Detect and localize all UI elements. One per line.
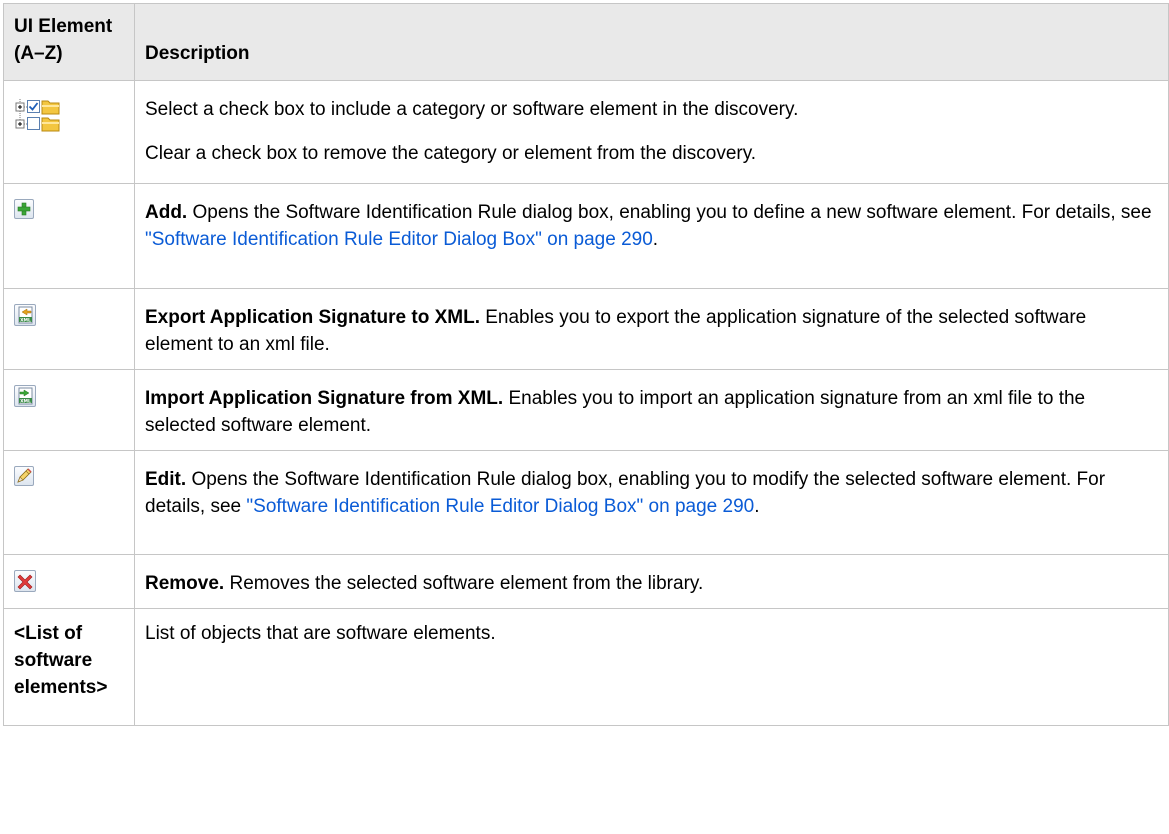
table-row: Select a check box to include a category… bbox=[3, 80, 1169, 184]
description-text: List of objects that are software elemen… bbox=[145, 623, 496, 644]
term-label: Import Application Signature from XML. bbox=[145, 388, 504, 409]
element-name: <List of software elements> bbox=[14, 623, 108, 698]
element-cell bbox=[3, 450, 135, 555]
term-label: Add. bbox=[145, 202, 188, 223]
description-text: Removes the selected software element fr… bbox=[224, 573, 704, 594]
cross-reference-link[interactable]: "Software Identification Rule Editor Dia… bbox=[145, 229, 653, 250]
description-text: Opens the Software Identification Rule d… bbox=[187, 202, 1152, 223]
edit-pencil-icon bbox=[14, 466, 34, 486]
element-cell bbox=[3, 80, 135, 184]
description-cell: Edit. Opens the Software Identification … bbox=[134, 450, 1169, 555]
tree-checkbox-folder-icon bbox=[14, 97, 60, 137]
remove-icon bbox=[14, 570, 36, 592]
punctuation: . bbox=[754, 496, 760, 517]
table-row: XML Export Application Signature to XML.… bbox=[3, 288, 1169, 370]
svg-text:XML: XML bbox=[20, 317, 31, 323]
table-row: XML Import Application Signature from XM… bbox=[3, 369, 1169, 451]
description-cell: Import Application Signature from XML. E… bbox=[134, 369, 1169, 451]
import-xml-icon: XML bbox=[14, 385, 36, 407]
term-label: Edit. bbox=[145, 469, 187, 490]
element-cell: XML bbox=[3, 288, 135, 370]
header-ui-element: UI Element (A–Z) bbox=[3, 3, 135, 81]
description-cell: Select a check box to include a category… bbox=[134, 80, 1169, 184]
export-xml-icon: XML bbox=[14, 304, 36, 326]
header-description: Description bbox=[134, 3, 1169, 81]
description-cell: Add. Opens the Software Identification R… bbox=[134, 183, 1169, 289]
description-cell: Export Application Signature to XML. Ena… bbox=[134, 288, 1169, 370]
description-cell: List of objects that are software elemen… bbox=[134, 608, 1169, 726]
element-cell: XML bbox=[3, 369, 135, 451]
svg-text:XML: XML bbox=[20, 398, 31, 404]
punctuation: . bbox=[652, 229, 659, 250]
description-text: Clear a check box to remove the category… bbox=[145, 143, 757, 164]
term-label: Export Application Signature to XML. bbox=[145, 307, 480, 328]
term-label: Remove. bbox=[145, 573, 225, 594]
element-cell bbox=[3, 183, 135, 289]
description-text: Select a check box to include a category… bbox=[145, 99, 799, 120]
table-row: Add. Opens the Software Identification R… bbox=[3, 183, 1169, 289]
add-icon bbox=[14, 199, 34, 219]
table-row: <List of software elements> List of obje… bbox=[3, 608, 1169, 726]
table-row: Remove. Removes the selected software el… bbox=[3, 554, 1169, 609]
table-header-row: UI Element (A–Z) Description bbox=[3, 3, 1169, 81]
description-cell: Remove. Removes the selected software el… bbox=[134, 554, 1169, 609]
table-row: Edit. Opens the Software Identification … bbox=[3, 450, 1169, 555]
element-cell bbox=[3, 554, 135, 609]
ui-elements-table: UI Element (A–Z) Description Select a ch… bbox=[3, 3, 1169, 726]
element-cell: <List of software elements> bbox=[3, 608, 135, 726]
cross-reference-link[interactable]: "Software Identification Rule Editor Dia… bbox=[246, 496, 754, 517]
